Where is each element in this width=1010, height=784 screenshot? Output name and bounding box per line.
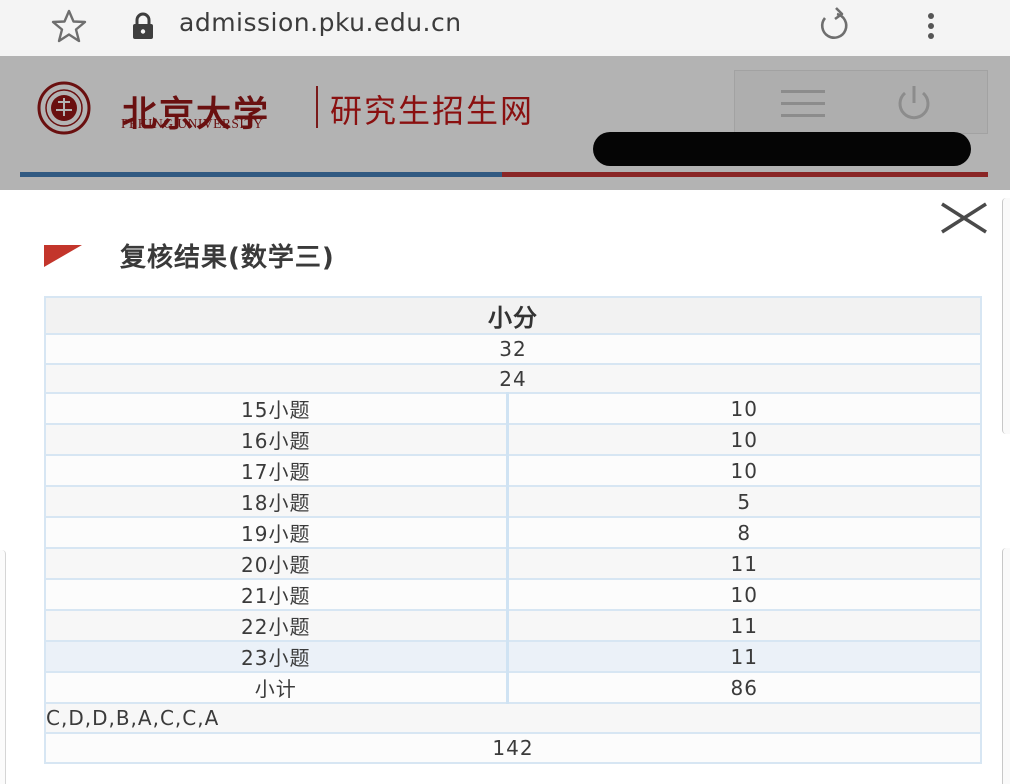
close-icon[interactable] [936, 200, 992, 236]
question-score: 11 [506, 547, 982, 581]
modal-edge-left [0, 550, 6, 784]
more-vert-icon[interactable] [916, 10, 946, 42]
question-score: 5 [506, 485, 982, 519]
question-label: 15小题 [44, 392, 509, 426]
menu-icon[interactable] [779, 87, 827, 121]
logo-wordmark-en: PEKING UNIVERSITY [121, 116, 264, 131]
question-score: 10 [506, 392, 982, 426]
lock-icon [133, 12, 153, 39]
pku-seal-logo [37, 81, 91, 135]
table-row: 20小题 11 [44, 547, 982, 581]
table-row: 小计 86 [44, 671, 982, 705]
question-score: 11 [506, 640, 982, 674]
logo-divider [316, 86, 318, 128]
question-score: 8 [506, 516, 982, 550]
question-label: 18小题 [44, 485, 509, 519]
header-rule-blue [20, 172, 502, 177]
table-row: 21小题 10 [44, 578, 982, 612]
score-cell: 32 [44, 333, 982, 365]
answers-cell: C,D,D,B,A,C,C,A [44, 702, 982, 735]
site-header: 北京大学 PEKING UNIVERSITY 研究生招生网 [0, 56, 1010, 190]
subtotal-score: 86 [506, 671, 982, 705]
question-score: 10 [506, 423, 982, 457]
table-row: C,D,D,B,A,C,C,A [44, 702, 982, 735]
table-row: 17小题 10 [44, 454, 982, 488]
question-score: 10 [506, 578, 982, 612]
header-rule-red [502, 172, 988, 177]
question-label: 22小题 [44, 609, 509, 643]
url-bar[interactable]: admission.pku.edu.cn [179, 8, 462, 37]
question-label: 19小题 [44, 516, 509, 550]
section-title: 复核结果(数学三) [120, 243, 335, 273]
power-icon[interactable] [885, 83, 943, 125]
site-name: 研究生招生网 [330, 92, 535, 130]
question-label: 23小题 [44, 640, 509, 674]
question-label: 21小题 [44, 578, 509, 612]
question-label: 20小题 [44, 547, 509, 581]
score-cell: 24 [44, 362, 982, 395]
table-row-highlighted: 23小题 11 [44, 640, 982, 674]
section-flag-icon [44, 245, 82, 267]
subtotal-label: 小计 [44, 671, 509, 705]
question-score: 10 [506, 454, 982, 488]
question-label: 17小题 [44, 454, 509, 488]
table-row: 16小题 10 [44, 423, 982, 457]
browser-toolbar: admission.pku.edu.cn [0, 0, 1010, 56]
modal-edge-right-lower [1002, 548, 1010, 784]
table-row: 32 [44, 333, 982, 365]
table-header-cell: 小分 [44, 296, 982, 335]
table-row: 22小题 11 [44, 609, 982, 643]
question-label: 16小题 [44, 423, 509, 457]
table-row: 19小题 8 [44, 516, 982, 550]
table-row: 18小题 5 [44, 485, 982, 519]
modal-edge-right [1002, 198, 1010, 434]
total-score-cell: 142 [44, 732, 982, 764]
star-icon[interactable] [48, 8, 90, 44]
header-button-group [734, 70, 988, 134]
table-row: 24 [44, 362, 982, 395]
redaction-bar [593, 132, 971, 166]
question-score: 11 [506, 609, 982, 643]
table-header-row: 小分 [44, 296, 982, 335]
table-row: 142 [44, 732, 982, 764]
score-table: 小分 32 24 15小题 10 16小题 10 17小题 10 18小题 5 … [44, 296, 982, 764]
reload-icon[interactable] [808, 6, 858, 44]
table-row: 15小题 10 [44, 392, 982, 426]
